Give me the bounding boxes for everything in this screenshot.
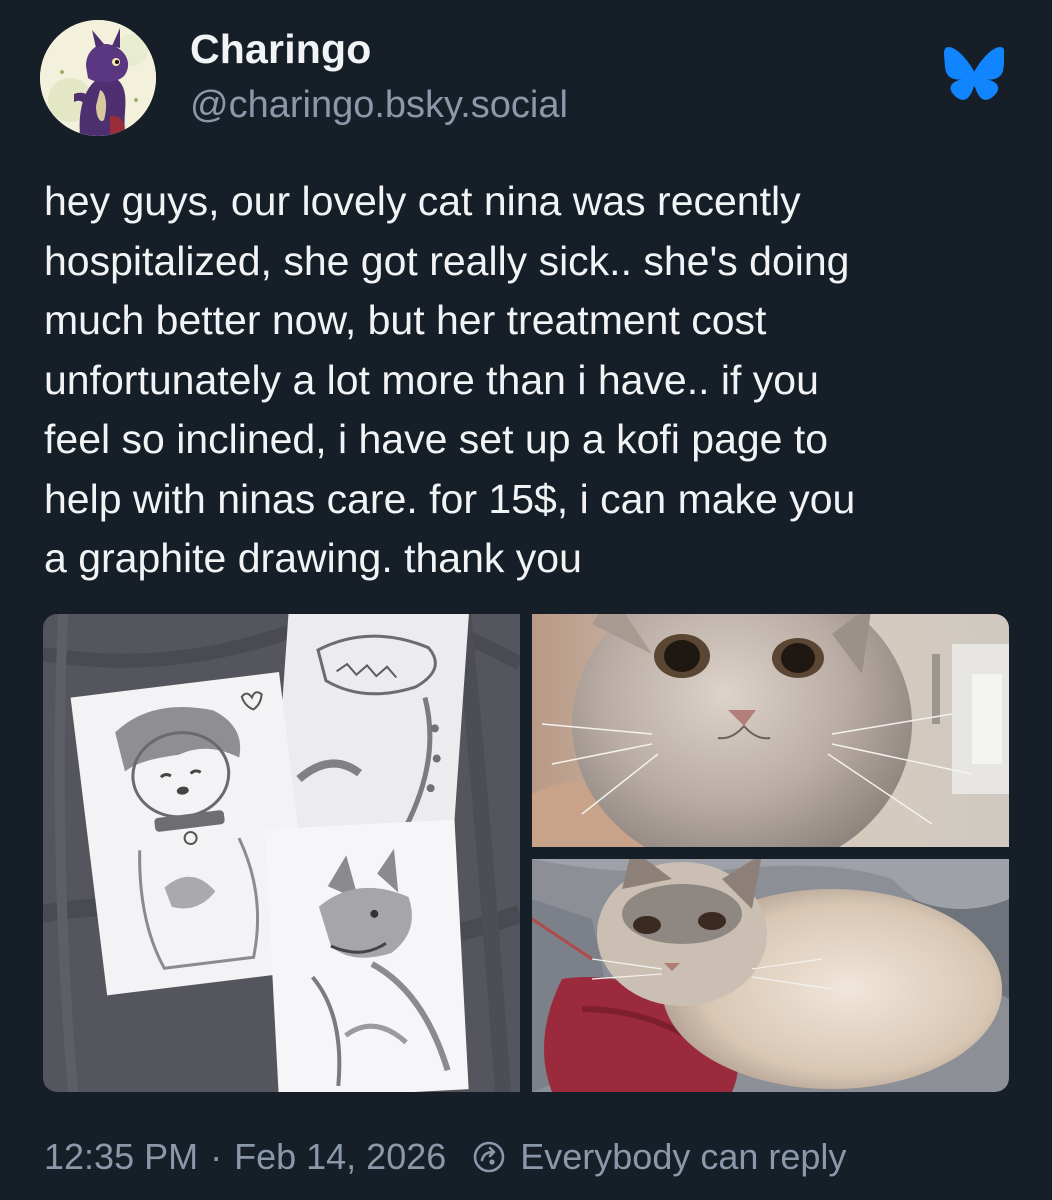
reply-setting-label[interactable]: Everybody can reply <box>520 1136 846 1178</box>
reply-settings-icon <box>472 1140 506 1174</box>
post-metadata: 12:35 PM · Feb 14, 2026 Everybody can re… <box>44 1134 846 1180</box>
author-display-name[interactable]: Charingo <box>190 26 372 73</box>
post-text: hey guys, our lovely cat nina was recent… <box>44 178 856 581</box>
cat-lying-photo[interactable] <box>532 859 1009 1092</box>
author-avatar[interactable] <box>40 20 156 136</box>
media-grid <box>43 614 1009 1092</box>
cat-closeup-photo[interactable] <box>532 614 1009 847</box>
dragon-avatar-icon <box>40 20 156 136</box>
graphite-drawings-photo[interactable] <box>43 614 520 1092</box>
post-date[interactable]: Feb 14, 2026 <box>234 1136 446 1178</box>
post-card: Charingo @charingo.bsky.social hey guys,… <box>0 0 1052 1200</box>
post-time[interactable]: 12:35 PM <box>44 1136 198 1178</box>
separator: · <box>210 1136 223 1177</box>
author-handle[interactable]: @charingo.bsky.social <box>190 84 568 127</box>
bluesky-butterfly-icon[interactable] <box>944 46 1005 102</box>
